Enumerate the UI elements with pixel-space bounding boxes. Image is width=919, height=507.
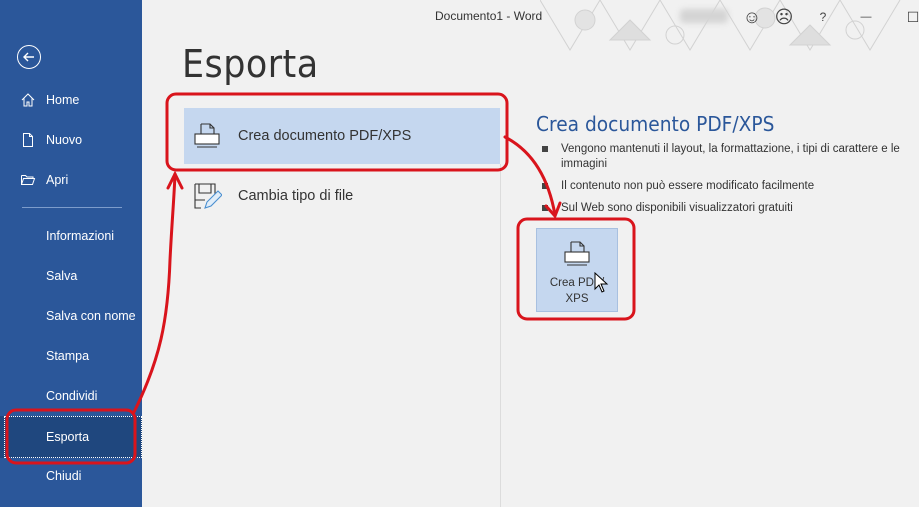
sidebar-item-stampa[interactable]: Stampa	[0, 336, 142, 376]
panel-separator	[500, 164, 501, 507]
minimize-icon: —	[860, 11, 872, 23]
sidebar-item-label: Stampa	[46, 349, 90, 363]
sidebar-item-label: Informazioni	[46, 229, 115, 243]
button-label-line2: XPS	[565, 293, 589, 305]
maximize-icon: ☐	[906, 8, 919, 25]
sidebar-item-label: Home	[46, 93, 80, 107]
change-file-type-icon	[194, 183, 222, 209]
home-icon	[20, 92, 36, 108]
bullet-item: Vengono mantenuti il layout, la formatta…	[541, 142, 919, 172]
smiley-feedback-button[interactable]: ☺	[741, 6, 763, 28]
sidebar-item-condividi[interactable]: Condividi	[0, 376, 142, 416]
sidebar-item-label: Apri	[46, 173, 69, 187]
sidebar-item-label: Salva	[46, 269, 78, 283]
sidebar-item-label: Nuovo	[46, 133, 83, 147]
sidebar-item-apri[interactable]: Apri	[0, 160, 142, 200]
sidebar-item-esporta[interactable]: Esporta	[0, 416, 142, 458]
sidebar-item-label: Salva con nome	[46, 309, 136, 323]
pdf-document-icon	[564, 241, 590, 266]
maximize-button[interactable]: ☐	[902, 6, 919, 28]
bullet-item: Il contenuto non può essere modificato f…	[541, 179, 919, 194]
back-arrow-icon	[23, 52, 34, 62]
option-label: Crea documento PDF/XPS	[238, 128, 412, 144]
page-title: Esporta	[182, 42, 319, 86]
new-document-icon	[20, 132, 36, 148]
frown-feedback-button[interactable]: ☹	[773, 6, 795, 28]
window-title: Documento1 - Word	[435, 9, 543, 23]
sidebar-item-salva[interactable]: Salva	[0, 256, 142, 296]
sidebar-item-label: Esporta	[46, 430, 90, 444]
annotation-arrowhead-1	[166, 170, 184, 190]
option-cambia-tipo-file[interactable]: Cambia tipo di file	[184, 168, 500, 224]
crea-pdf-xps-button[interactable]: Crea PDF/ XPS	[536, 228, 618, 312]
backstage-sidebar: Home Nuovo Apri Informazioni Salva Salva…	[0, 0, 142, 507]
sidebar-item-label: Condividi	[46, 389, 98, 403]
sidebar-item-label: Chiudi	[46, 469, 82, 483]
help-icon: ?	[819, 10, 827, 24]
detail-title: Crea documento PDF/XPS	[536, 112, 775, 136]
option-crea-pdf-xps[interactable]: Crea documento PDF/XPS	[184, 108, 500, 164]
account-name-blurred[interactable]	[680, 9, 728, 23]
option-label: Cambia tipo di file	[238, 188, 354, 204]
minimize-button[interactable]: —	[855, 6, 877, 28]
sidebar-item-informazioni[interactable]: Informazioni	[0, 216, 142, 256]
folder-open-icon	[20, 172, 36, 188]
button-label-line1: Crea PDF/	[549, 277, 605, 289]
pdf-document-icon	[194, 123, 220, 148]
detail-bullets: Vengono mantenuti il layout, la formatta…	[541, 142, 919, 223]
sidebar-item-nuovo[interactable]: Nuovo	[0, 120, 142, 160]
smiley-icon: ☺	[742, 6, 762, 27]
back-button[interactable]	[17, 45, 41, 69]
frown-icon: ☹	[774, 6, 794, 27]
sidebar-item-chiudi[interactable]: Chiudi	[0, 456, 142, 496]
button-label: Crea PDF/ XPS	[550, 275, 604, 307]
sidebar-divider	[22, 207, 122, 208]
bullet-item: Sul Web sono disponibili visualizzatori …	[541, 201, 919, 216]
sidebar-item-salva-con-nome[interactable]: Salva con nome	[0, 296, 142, 336]
sidebar-item-home[interactable]: Home	[0, 80, 142, 120]
help-button[interactable]: ?	[812, 6, 834, 28]
